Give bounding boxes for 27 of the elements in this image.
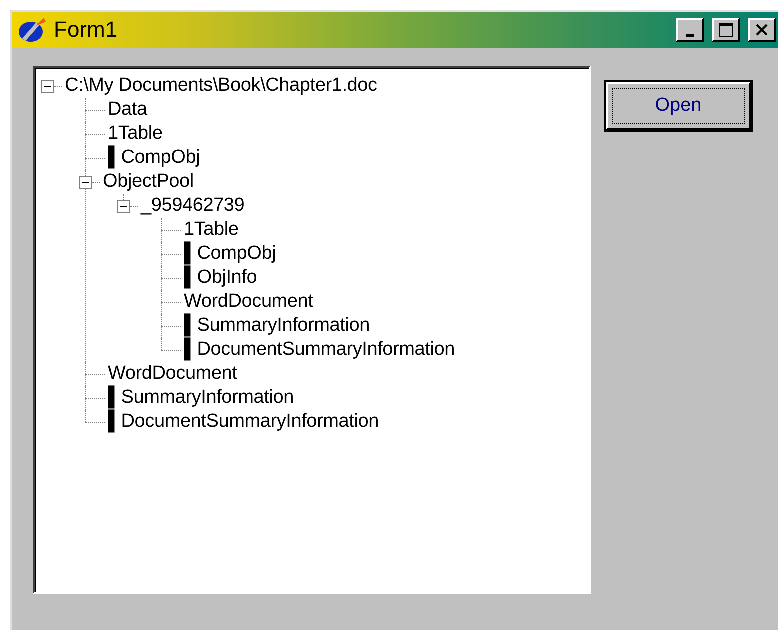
tree-item[interactable]: ▌SummaryInformation: [184, 315, 370, 337]
tree-item[interactable]: ▌SummaryInformation: [108, 387, 294, 409]
maximize-button[interactable]: [712, 18, 740, 42]
minimize-icon: [686, 34, 694, 36]
collapse-toggle[interactable]: [41, 80, 54, 92]
tree-item[interactable]: _959462739: [141, 195, 245, 217]
maximize-icon: [718, 22, 734, 38]
collapse-toggle[interactable]: [79, 176, 92, 188]
tree-item[interactable]: WordDocument: [184, 291, 314, 313]
tree-item[interactable]: ▌CompObj: [108, 147, 200, 169]
minimize-button[interactable]: [676, 18, 704, 42]
tree-item[interactable]: 1Table: [108, 123, 163, 145]
tree-item[interactable]: 1Table: [184, 219, 239, 241]
close-button[interactable]: [748, 18, 776, 42]
window-title: Form1: [54, 17, 119, 43]
tree-item[interactable]: ▌DocumentSummaryInformation: [108, 411, 379, 433]
tree-item[interactable]: ▌ObjInfo: [184, 267, 258, 289]
tree-item[interactable]: ▌DocumentSummaryInformation: [184, 339, 455, 361]
close-icon: [755, 23, 769, 37]
app-icon: [18, 16, 48, 44]
collapse-toggle[interactable]: [117, 200, 130, 212]
tree-item[interactable]: Data: [108, 99, 148, 121]
tree-item[interactable]: WordDocument: [108, 363, 238, 385]
tree-item[interactable]: ▌CompObj: [184, 243, 276, 265]
open-button[interactable]: Open: [606, 82, 751, 130]
tree-item[interactable]: C:\My Documents\Book\Chapter1.doc: [65, 75, 378, 97]
tree-item[interactable]: ObjectPool: [103, 171, 194, 193]
